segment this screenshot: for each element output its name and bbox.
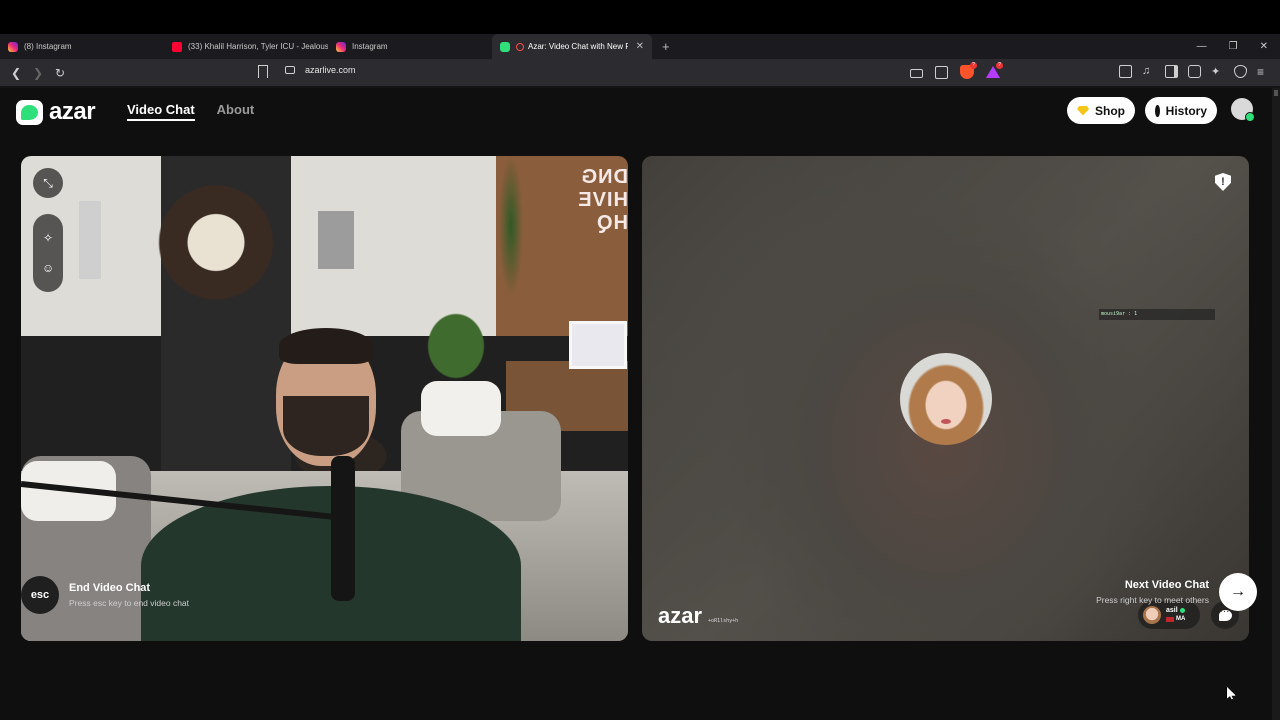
- menu-icon[interactable]: ≡: [1257, 65, 1270, 79]
- clock-icon: [1155, 104, 1162, 117]
- tab-title: Instagram: [352, 42, 388, 51]
- end-title: End Video Chat: [69, 582, 151, 594]
- tab-title: (33) Khalil Harrison, Tyler ICU - Jealou…: [188, 42, 328, 51]
- new-tab-button[interactable]: +: [662, 39, 670, 54]
- overlay-text: mousi9ar : 1: [1099, 309, 1215, 320]
- microphone: [331, 456, 355, 601]
- arrow-right-icon: →: [1230, 583, 1246, 600]
- shop-label: Shop: [1095, 103, 1125, 118]
- report-icon[interactable]: !: [1215, 173, 1231, 191]
- neon-sign: DNG HIVE HQ: [577, 166, 628, 234]
- browser-tab-azar[interactable]: Azar: Video Chat with New People ✕: [492, 34, 652, 59]
- next-hint: Press right key to meet others: [1096, 595, 1209, 605]
- wall-plaque: [79, 201, 101, 279]
- end-video-chat-button[interactable]: esc: [21, 576, 59, 614]
- wall-logo: [156, 184, 276, 314]
- browser-tab-bar: (8) Instagram (33) Khalil Harrison, Tyle…: [0, 34, 1280, 59]
- back-button[interactable]: ❮: [10, 66, 22, 80]
- browser-tab-instagram-1[interactable]: (8) Instagram: [0, 34, 164, 59]
- picture-frame: [569, 321, 627, 369]
- morocco-flag-icon: [1166, 617, 1174, 622]
- vpn-icon[interactable]: [1234, 65, 1247, 78]
- partner-video: ! mousi9ar : 1 azar +oR1lshy+h asil MA: [642, 156, 1249, 641]
- partner-country: MA: [1176, 616, 1186, 622]
- history-label: History: [1165, 103, 1207, 118]
- leo-ai-icon[interactable]: ✦: [1211, 65, 1224, 78]
- close-window-button[interactable]: ✕: [1260, 41, 1268, 52]
- cast-icon[interactable]: [910, 68, 923, 78]
- reload-button[interactable]: ↻: [54, 66, 66, 80]
- magic-wand-icon[interactable]: ✧: [42, 232, 54, 244]
- gem-icon: [1077, 105, 1089, 116]
- sidebar-icon[interactable]: [1165, 65, 1178, 78]
- my-camera-video: DNG HIVE HQ ⤡ ✧ ☺: [21, 156, 628, 641]
- address-bar: ❮ ❯ ↻ azarlive.com ? ? ♫ ✦ ≡: [0, 59, 1280, 86]
- media-icon[interactable]: ♫: [1142, 65, 1155, 78]
- chat-bubble-icon: [1218, 606, 1232, 621]
- watermark-logo: azar: [658, 603, 703, 628]
- collapse-icon: ⤡: [43, 176, 53, 190]
- profile-avatar[interactable]: [1231, 98, 1255, 122]
- azar-watermark: azar +oR1lshy+h: [658, 603, 738, 629]
- nav-about[interactable]: About: [217, 102, 255, 121]
- share-icon[interactable]: [935, 65, 948, 79]
- next-title: Next Video Chat: [1124, 579, 1209, 591]
- azar-page: azar Video Chat About Shop History DNG H…: [0, 88, 1272, 720]
- forward-button[interactable]: ❯: [32, 66, 44, 80]
- azar-icon: [500, 41, 510, 52]
- bookmark-icon[interactable]: [258, 65, 268, 78]
- brave-rewards-icon[interactable]: ?: [986, 62, 1003, 78]
- watermark-id: +oR1lshy+h: [708, 618, 739, 624]
- logo-text: azar: [49, 98, 96, 125]
- end-video-chat-control: esc End Video Chat Press esc key to end …: [21, 576, 189, 614]
- youtube-icon: [172, 41, 182, 52]
- extension-icon[interactable]: [1119, 65, 1132, 78]
- azar-logo[interactable]: azar: [16, 98, 96, 126]
- instagram-icon: [336, 41, 346, 52]
- nav-video-chat[interactable]: Video Chat: [127, 102, 195, 121]
- restore-button[interactable]: ❐: [1229, 41, 1238, 52]
- brave-shield-icon[interactable]: ?: [960, 62, 977, 79]
- history-button[interactable]: History: [1145, 97, 1217, 124]
- next-video-chat-button[interactable]: →: [1219, 573, 1257, 611]
- browser-tab-youtube[interactable]: (33) Khalil Harrison, Tyler ICU - Jealou…: [164, 34, 328, 59]
- top-strip: [0, 0, 1280, 34]
- minimize-button[interactable]: —: [1197, 41, 1207, 52]
- instagram-icon: [8, 41, 18, 52]
- next-video-chat-control: Next Video Chat Press right key to meet …: [1096, 573, 1257, 611]
- partner-profile-photo: [900, 353, 992, 445]
- tab-title: Azar: Video Chat with New People: [528, 42, 628, 51]
- effects-panel: ✧ ☺: [33, 214, 63, 292]
- site-info-icon[interactable]: [285, 66, 295, 74]
- wall-plaque: [318, 211, 354, 269]
- plant: [421, 306, 491, 386]
- shop-button[interactable]: Shop: [1067, 97, 1135, 124]
- tab-title: (8) Instagram: [24, 42, 72, 51]
- recording-icon: [516, 42, 524, 51]
- main-nav: Video Chat About: [127, 102, 254, 121]
- browser-tab-instagram-2[interactable]: Instagram: [328, 34, 492, 59]
- url-field[interactable]: azarlive.com: [305, 65, 356, 75]
- azar-logo-icon: [16, 99, 43, 125]
- page-scrollbar[interactable]: [1272, 88, 1280, 720]
- minimize-video-button[interactable]: ⤡: [33, 168, 63, 198]
- face-filter-icon[interactable]: ☺: [42, 262, 54, 274]
- end-hint: Press esc key to end video chat: [69, 598, 190, 608]
- wallet-icon[interactable]: [1188, 65, 1201, 78]
- close-tab-icon[interactable]: ✕: [636, 41, 644, 52]
